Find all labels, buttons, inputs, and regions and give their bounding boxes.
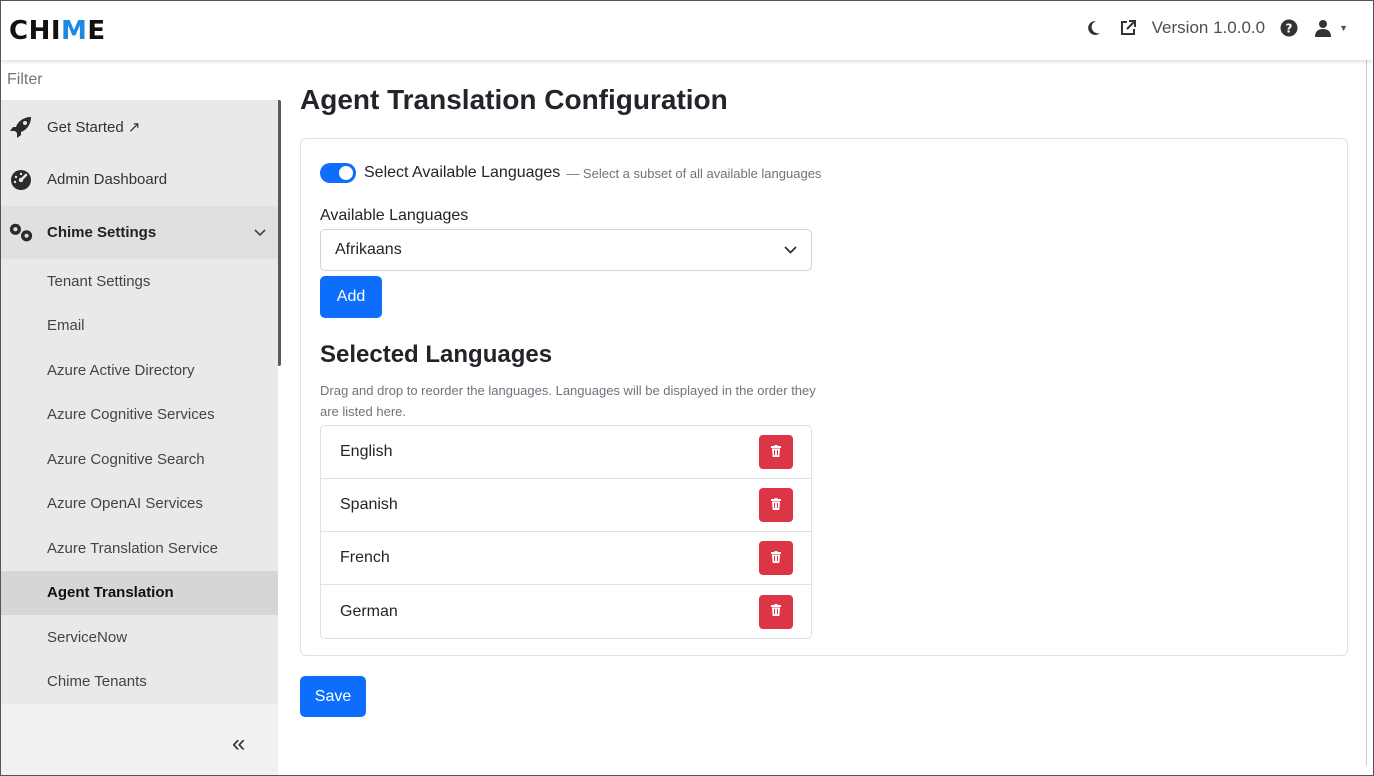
delete-language-button[interactable]	[759, 541, 793, 575]
trash-icon	[771, 604, 781, 619]
sidebar-item-azure-cognitive-search[interactable]: Azure Cognitive Search	[0, 437, 278, 482]
selected-languages-list: English Spanish French German	[320, 425, 812, 639]
language-name: Spanish	[340, 496, 398, 513]
config-card: Select Available Languages — Select a su…	[300, 138, 1348, 656]
delete-language-button[interactable]	[759, 594, 793, 629]
page-title: Agent Translation Configuration	[300, 84, 728, 115]
sidebar-item-tenant-settings[interactable]: Tenant Settings	[0, 259, 278, 304]
app-logo[interactable]: CHIME	[9, 16, 106, 46]
save-button[interactable]: Save	[300, 676, 366, 717]
selected-languages-help: Drag and drop to reorder the languages. …	[320, 383, 816, 419]
language-row[interactable]: Spanish	[321, 479, 811, 532]
add-language-button[interactable]: Add	[320, 276, 382, 318]
sidebar-item-email[interactable]: Email	[0, 304, 278, 349]
select-value: Afrikaans	[335, 241, 402, 258]
language-row[interactable]: German	[321, 585, 811, 638]
moon-icon[interactable]	[1084, 18, 1104, 38]
version-label: Version 1.0.0.0	[1151, 18, 1266, 37]
language-row[interactable]: French	[321, 532, 811, 585]
chevron-down-icon: ▼	[1339, 23, 1348, 33]
delete-language-button[interactable]	[759, 488, 793, 522]
trash-icon	[771, 550, 781, 566]
svg-text:?: ?	[1286, 22, 1293, 36]
user-icon	[1313, 18, 1333, 38]
sidebar-item-azure-openai-services[interactable]: Azure OpenAI Services	[0, 482, 278, 527]
sidebar-item-agent-translation[interactable]: Agent Translation	[0, 570, 278, 615]
language-row[interactable]: English	[321, 426, 811, 479]
chime-settings-submenu: Tenant Settings Email Azure Active Direc…	[0, 259, 278, 704]
available-languages-select[interactable]: Afrikaans	[320, 229, 812, 271]
select-languages-toggle-row: Select Available Languages — Select a su…	[320, 163, 821, 183]
sidebar-item-azure-translation-service[interactable]: Azure Translation Service	[0, 526, 278, 571]
select-languages-toggle[interactable]	[320, 163, 356, 183]
language-name: German	[340, 602, 398, 620]
sidebar-item-servicenow[interactable]: ServiceNow	[0, 615, 278, 660]
chevron-down-icon	[254, 224, 266, 241]
sidebar-item-get-started[interactable]: Get Started ↗	[0, 100, 278, 153]
trash-icon	[771, 444, 781, 460]
available-languages-label: Available Languages	[320, 207, 469, 224]
user-menu[interactable]: ▼	[1313, 18, 1348, 38]
sidebar-item-chime-tenants[interactable]: Chime Tenants	[0, 660, 278, 705]
dashboard-icon	[8, 167, 34, 193]
selected-languages-heading: Selected Languages	[320, 341, 553, 368]
top-navbar: CHIME Version 1.0.0.0 ? ▼	[0, 0, 1374, 60]
chevron-down-icon	[784, 241, 797, 259]
delete-language-button[interactable]	[759, 435, 793, 469]
collapse-sidebar-button[interactable]: «	[232, 730, 245, 758]
external-link-icon[interactable]	[1118, 18, 1138, 38]
language-name: French	[340, 549, 390, 566]
trash-icon	[771, 497, 781, 513]
gears-icon	[8, 220, 34, 246]
sidebar-item-azure-cognitive-services[interactable]: Azure Cognitive Services	[0, 393, 278, 438]
sidebar-item-admin-dashboard[interactable]: Admin Dashboard	[0, 153, 278, 206]
page-scrollbar[interactable]	[1366, 60, 1367, 766]
toggle-help-text: — Select a subset of all available langu…	[566, 165, 822, 181]
help-icon[interactable]: ?	[1279, 18, 1299, 38]
filter-input[interactable]	[0, 60, 278, 100]
language-name: English	[340, 443, 393, 460]
sidebar-item-azure-active-directory[interactable]: Azure Active Directory	[0, 348, 278, 393]
toggle-label: Select Available Languages	[364, 164, 561, 181]
sidebar: Get Started ↗ Admin Dashboard Chime Sett…	[0, 60, 281, 776]
sidebar-item-chime-settings[interactable]: Chime Settings	[0, 206, 278, 259]
rocket-icon	[8, 114, 34, 140]
